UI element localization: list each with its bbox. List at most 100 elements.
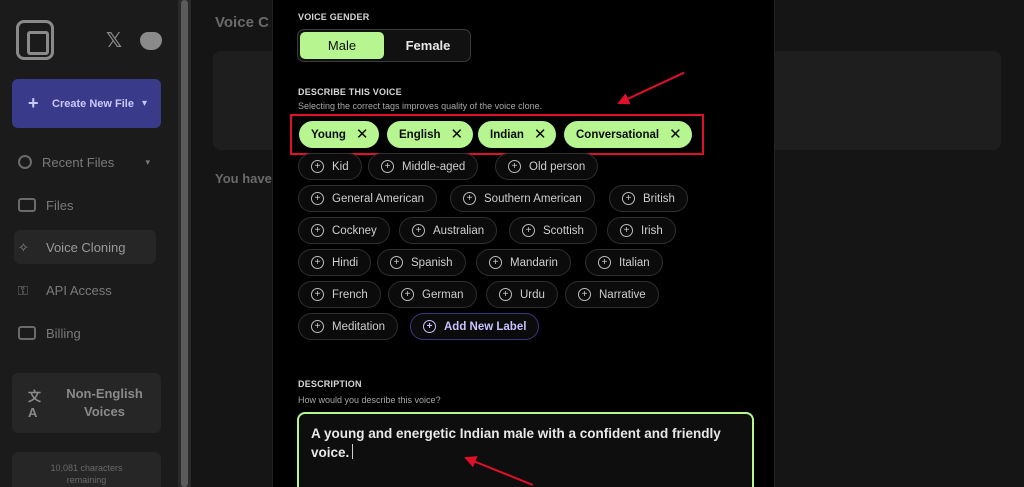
description-subtitle: How would you describe this voice? [298, 395, 441, 405]
annotation-arrow [618, 71, 685, 104]
plus-icon: + [311, 256, 324, 269]
tag-label: Southern American [484, 192, 582, 205]
tag-scottish[interactable]: + Scottish [509, 217, 597, 244]
tag-urdu[interactable]: + Urdu [486, 281, 558, 308]
tag-label: British [643, 192, 675, 205]
describe-voice-label: DESCRIBE THIS VOICE [298, 87, 402, 97]
plus-icon: + [508, 160, 521, 173]
translate-icon: 文A [28, 389, 42, 420]
app-logo-icon [16, 20, 54, 60]
sidebar-item-api-access[interactable]: ⚿ API Access [18, 273, 160, 307]
tag-general-american[interactable]: + General American [298, 185, 438, 212]
tag-hindi[interactable]: + Hindi [298, 249, 372, 276]
sidebar-item-billing[interactable]: Billing [18, 316, 160, 350]
plus-icon: + [489, 256, 502, 269]
tag-label: Australian [433, 224, 485, 237]
tag-spanish[interactable]: + Spanish [377, 249, 466, 276]
tag-label: Cockney [332, 224, 377, 237]
plus-icon: + [499, 288, 512, 301]
sidebar-item-files[interactable]: Files [18, 188, 160, 222]
plus-icon: + [423, 320, 436, 333]
tag-label: Irish [641, 224, 663, 237]
sidebar-item-label: Recent Files [42, 154, 115, 170]
tag-label: German [422, 288, 464, 301]
tag-label: Narrative [599, 288, 646, 301]
tag-label: Meditation [332, 320, 386, 333]
key-icon: ⚿ [18, 283, 28, 298]
sidebar-item-label: Billing [46, 325, 81, 341]
sidebar-item-recent-files[interactable]: Recent Files ▾ [18, 145, 160, 179]
plus-icon: + [522, 224, 535, 237]
description-text: A young and energetic Indian male with a… [311, 426, 721, 460]
tag-cockney[interactable]: + Cockney [298, 217, 390, 244]
tag-middle-aged[interactable]: + Middle-aged [368, 153, 479, 180]
tag-irish[interactable]: + Irish [607, 217, 676, 244]
plus-icon: + [311, 224, 324, 237]
tag-label: Italian [619, 256, 650, 269]
x-icon[interactable]: 𝕏 [106, 28, 122, 53]
tag-narrative[interactable]: + Narrative [565, 281, 659, 308]
plus-icon: + [311, 160, 324, 173]
plus-icon: + [578, 288, 591, 301]
sidebar-item-voice-cloning[interactable]: ✧ Voice Cloning [14, 230, 156, 264]
characters-remaining-label: remaining [66, 475, 107, 485]
tag-french[interactable]: + French [298, 281, 381, 308]
tag-british[interactable]: + British [609, 185, 688, 212]
tag-label: Hindi [332, 256, 359, 269]
annotation-highlight-box [290, 114, 704, 155]
non-english-voices-button[interactable]: 文A Non-English Voices [12, 373, 161, 433]
page-title: Voice C [215, 14, 269, 31]
background-text: You have [215, 171, 272, 186]
plus-icon: + [311, 288, 324, 301]
sidebar: 𝕏 + Create New File ▾ Recent Files ▾ Fil… [0, 0, 178, 487]
voice-clone-modal: VOICE GENDER Male Female DESCRIBE THIS V… [272, 0, 775, 487]
chevron-down-icon: ▾ [145, 156, 150, 167]
tag-australian[interactable]: + Australian [399, 217, 498, 244]
tag-label: Urdu [520, 288, 545, 301]
sparkle-icon: ✧ [18, 240, 29, 255]
plus-icon: + [381, 160, 394, 173]
folder-icon [18, 198, 36, 212]
non-english-voices-label: Non-English Voices [66, 386, 143, 419]
description-label: DESCRIPTION [298, 379, 362, 389]
characters-remaining: 10,081 characters remaining [12, 452, 161, 487]
plus-icon: + [311, 320, 324, 333]
plus-icon: + [412, 224, 425, 237]
tag-southern-american[interactable]: + Southern American [450, 185, 595, 212]
plus-icon: + [390, 256, 403, 269]
create-new-file-button[interactable]: + Create New File ▾ [12, 79, 161, 128]
characters-count: 10,081 characters [50, 463, 123, 473]
plus-icon: + [620, 224, 633, 237]
tag-label: Scottish [543, 224, 584, 237]
gender-male-button[interactable]: Male [300, 32, 384, 59]
sidebar-item-label: Voice Cloning [46, 239, 126, 255]
add-new-label-button[interactable]: + Add New Label [410, 313, 540, 340]
scrollbar-thumb[interactable] [181, 0, 188, 487]
card-icon [18, 326, 36, 340]
tag-label: Middle-aged [402, 160, 466, 173]
tag-label: Kid [332, 160, 349, 173]
sidebar-item-label: API Access [46, 282, 112, 298]
plus-icon: + [311, 192, 324, 205]
tag-old-person[interactable]: + Old person [495, 153, 599, 180]
create-new-file-label: Create New File [52, 97, 134, 110]
tag-german[interactable]: + German [388, 281, 477, 308]
tag-label: Spanish [411, 256, 453, 269]
tag-italian[interactable]: + Italian [585, 249, 663, 276]
tag-mandarin[interactable]: + Mandarin [476, 249, 571, 276]
plus-icon: + [598, 256, 611, 269]
gender-toggle: Male Female [297, 29, 471, 62]
tag-label: French [332, 288, 368, 301]
description-textarea[interactable]: A young and energetic Indian male with a… [297, 412, 754, 487]
plus-icon: + [622, 192, 635, 205]
discord-icon[interactable] [140, 32, 162, 50]
tag-meditation[interactable]: + Meditation [298, 313, 399, 340]
gender-female-button[interactable]: Female [386, 32, 470, 59]
sidebar-item-label: Files [46, 197, 74, 213]
tag-label: Old person [529, 160, 586, 173]
plus-icon: + [463, 192, 476, 205]
plus-icon: + [28, 93, 39, 113]
clock-icon [18, 155, 32, 169]
tag-kid[interactable]: + Kid [298, 153, 362, 180]
tag-label: General American [332, 192, 425, 205]
